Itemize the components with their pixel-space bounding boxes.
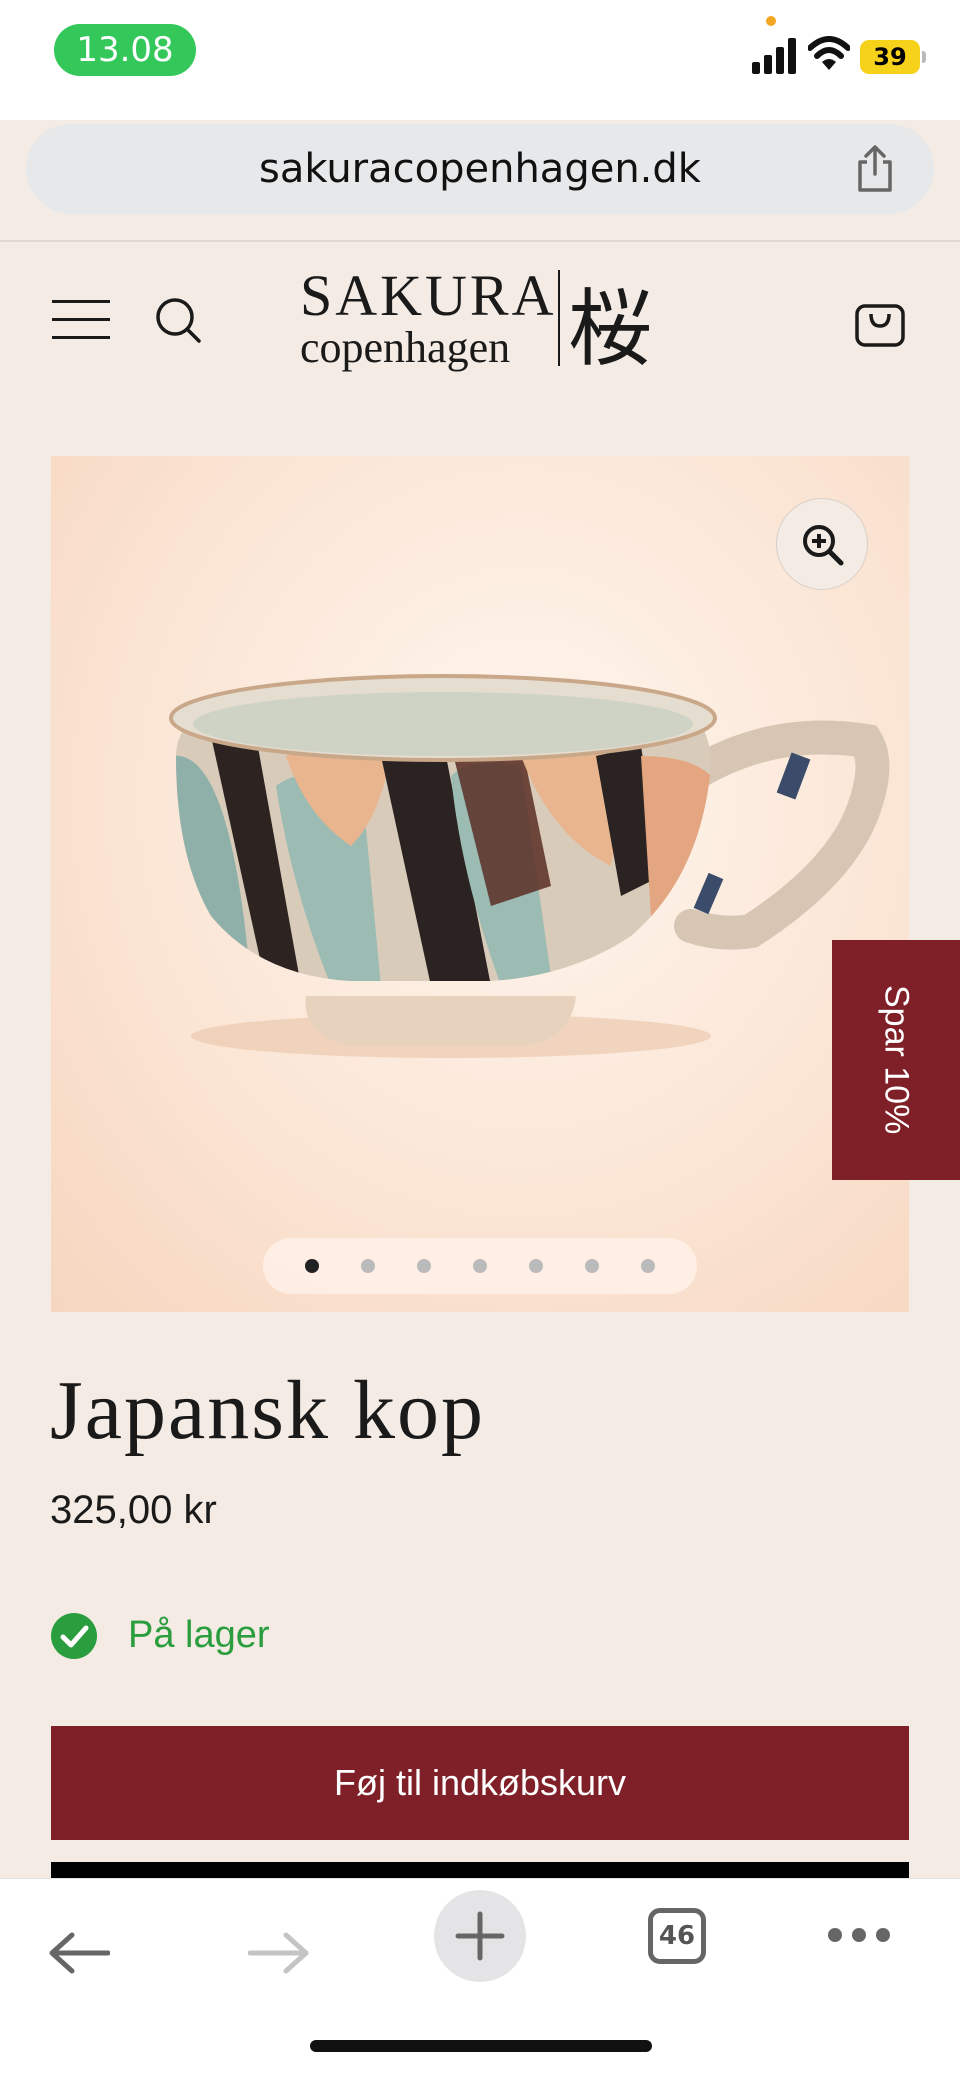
carousel-dot[interactable] (529, 1259, 543, 1273)
logo-divider (558, 270, 560, 366)
more-icon[interactable] (826, 1922, 892, 1948)
tab-count-button[interactable]: 46 (648, 1908, 706, 1964)
product-image-carousel[interactable] (51, 456, 909, 1312)
carousel-dot[interactable] (361, 1259, 375, 1273)
product-image-japanese-cup (169, 674, 890, 1058)
url-text[interactable]: sakuracopenhagen.dk (26, 124, 934, 214)
wifi-icon (808, 36, 850, 70)
share-icon[interactable] (850, 144, 900, 194)
privacy-indicator-dot (766, 16, 776, 26)
search-icon[interactable] (154, 296, 202, 344)
home-indicator (310, 2040, 652, 2052)
logo-text-sakura: SAKURA (300, 263, 557, 328)
carousel-dot[interactable] (641, 1259, 655, 1273)
battery-level: 39 (873, 43, 907, 71)
stock-status: På lager (128, 1614, 270, 1656)
forward-arrow-icon[interactable] (248, 1931, 310, 1975)
carousel-dot[interactable] (417, 1259, 431, 1273)
carousel-dot[interactable] (585, 1259, 599, 1273)
status-bar: 13.08 39 (0, 0, 960, 120)
product-title: Japansk kop (50, 1364, 485, 1457)
menu-icon[interactable] (52, 298, 110, 342)
discount-side-tab[interactable]: Spar 10% (832, 940, 960, 1180)
logo-text-copenhagen: copenhagen (300, 323, 511, 372)
discount-tab-label: Spar 10% (877, 985, 916, 1135)
zoom-button[interactable] (776, 498, 868, 590)
check-circle-icon (51, 1613, 97, 1659)
divider (0, 240, 960, 242)
battery-indicator: 39 (860, 40, 926, 74)
new-tab-button[interactable] (434, 1890, 526, 1982)
plus-icon (455, 1911, 505, 1961)
carousel-dot[interactable] (305, 1259, 319, 1273)
carousel-dot[interactable] (473, 1259, 487, 1273)
zoom-in-icon (803, 525, 844, 566)
back-arrow-icon[interactable] (48, 1931, 110, 1975)
status-time: 13.08 (54, 24, 196, 76)
product-price: 325,00 kr (50, 1488, 217, 1532)
address-bar[interactable]: sakuracopenhagen.dk (26, 124, 934, 214)
cart-icon[interactable] (854, 294, 906, 348)
add-to-cart-button[interactable]: Føj til indkøbskurv (51, 1726, 909, 1840)
site-logo[interactable]: SAKURA copenhagen 桜 (300, 262, 670, 382)
logo-kanji: 桜 (568, 280, 653, 378)
signal-icon (752, 38, 796, 74)
carousel-pagination (263, 1238, 697, 1294)
